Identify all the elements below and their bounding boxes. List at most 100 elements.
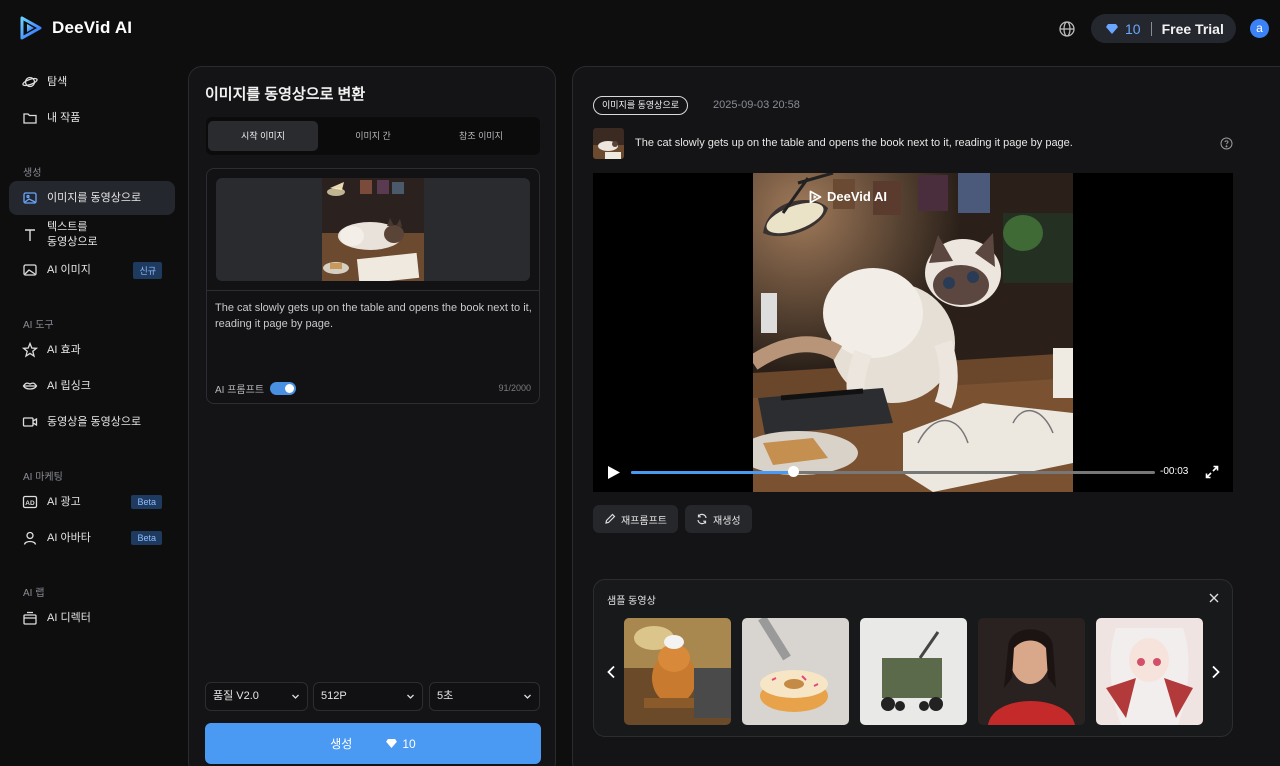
sidebar-item-video-to-video[interactable]: 동영상을 동영상으로 xyxy=(9,405,175,439)
resolution-select[interactable]: 512P xyxy=(313,682,423,711)
ai-prompt-toggle[interactable] xyxy=(270,382,297,395)
sidebar-item-label: AI 디렉터 xyxy=(47,611,91,624)
sidebar-item-ai-avatar[interactable]: AI 아바타 Beta xyxy=(9,521,175,555)
credits-pill[interactable]: 10 Free Trial xyxy=(1091,14,1236,43)
credit-count: 10 xyxy=(1125,20,1141,37)
chevron-left-icon[interactable] xyxy=(606,665,616,679)
ad-icon: AD xyxy=(22,495,38,509)
tab-reference-image[interactable]: 참조 이미지 xyxy=(426,121,536,151)
page-title: 이미지를 동영상으로 변환 xyxy=(205,86,366,103)
sample-videos-panel: 샘플 동영상 xyxy=(593,579,1233,737)
logo-icon xyxy=(20,16,42,40)
char-count: 91/2000 xyxy=(498,383,531,393)
beta-badge: Beta xyxy=(131,531,162,545)
generate-label: 생성 xyxy=(330,737,353,751)
time-remaining: -00:03 xyxy=(1160,466,1189,477)
duration-value: 5초 xyxy=(437,690,454,702)
globe-icon[interactable] xyxy=(1057,19,1077,39)
reprompt-label: 재프롬프트 xyxy=(621,515,667,527)
mode-tag: 이미지를 동영상으로 xyxy=(593,96,689,115)
video-icon xyxy=(22,417,38,427)
new-badge: 신규 xyxy=(133,261,162,279)
ai-prompt-toggle-row: AI 프롬프트 xyxy=(215,381,297,396)
watermark-text: DeeVid AI xyxy=(827,189,887,204)
sidebar: 탐색 내 작품 생성 이미지를 동영상으로 텍스트를 동영상으로 AI 이미지 … xyxy=(0,56,185,766)
sidebar-item-label: AI 광고 xyxy=(47,495,81,508)
sidebar-item-label: AI 이미지 xyxy=(47,263,91,276)
sidebar-item-image-to-video[interactable]: 이미지를 동영상으로 xyxy=(9,181,175,215)
fullscreen-icon[interactable] xyxy=(1205,465,1219,479)
result-panel: 이미지를 동영상으로 2025-09-03 20:58 The cat slow… xyxy=(572,66,1280,766)
close-icon[interactable] xyxy=(1208,592,1220,604)
sidebar-item-label: AI 립싱크 xyxy=(47,379,91,392)
sidebar-item-label: 동영상을 동영상으로 xyxy=(47,415,142,428)
sidebar-item-label: 탐색 xyxy=(47,75,68,88)
logo[interactable]: DeeVid AI xyxy=(20,16,132,40)
diamond-icon xyxy=(386,739,398,748)
section-heading-ai-lab: AI 랩 xyxy=(23,588,45,599)
sidebar-item-label: 이미지를 동영상으로 xyxy=(47,191,142,204)
chevron-down-icon xyxy=(524,694,531,699)
mode-tabs: 시작 이미지 이미지 간 참조 이미지 xyxy=(206,117,540,155)
sidebar-item-text-to-video[interactable]: 텍스트를 동영상으로 xyxy=(9,217,175,253)
chevron-right-icon[interactable] xyxy=(1211,665,1221,679)
sample-video-thumbnail[interactable] xyxy=(1096,618,1203,725)
folder-icon xyxy=(23,113,37,124)
video-player[interactable]: DeeVid AI -00:03 xyxy=(593,173,1233,492)
duration-select[interactable]: 5초 xyxy=(429,682,540,711)
image-preview-area[interactable] xyxy=(216,178,530,281)
quality-value: 품질 V2.0 xyxy=(213,690,259,702)
prompt-textarea[interactable]: The cat slowly gets up on the table and … xyxy=(215,300,533,332)
progress-bar[interactable] xyxy=(631,471,1155,474)
ai-image-icon xyxy=(23,264,37,276)
sidebar-item-ai-effects[interactable]: AI 효과 xyxy=(9,333,175,367)
generate-button[interactable]: 생성 10 xyxy=(205,723,541,764)
result-prompt: The cat slowly gets up on the table and … xyxy=(635,137,1073,149)
refresh-icon xyxy=(697,513,707,525)
sidebar-item-my-works[interactable]: 내 작품 xyxy=(9,101,175,135)
sample-video-thumbnail[interactable] xyxy=(624,618,731,725)
regenerate-label: 재생성 xyxy=(713,515,741,527)
upload-box: The cat slowly gets up on the table and … xyxy=(206,168,540,404)
chevron-down-icon xyxy=(407,694,414,699)
sample-video-thumbnail[interactable] xyxy=(978,618,1085,725)
regenerate-button[interactable]: 재생성 xyxy=(685,505,752,533)
progress-fill xyxy=(631,471,794,474)
video-frame xyxy=(753,173,1073,492)
sidebar-item-ai-image[interactable]: AI 이미지 신규 xyxy=(9,253,175,287)
sidebar-item-label: AI 아바타 xyxy=(47,531,91,544)
pill-divider xyxy=(1150,21,1152,36)
svg-text:AD: AD xyxy=(25,500,35,507)
section-heading-ai-marketing: AI 마케팅 xyxy=(23,472,63,483)
sample-video-thumbnail[interactable] xyxy=(742,618,849,725)
samples-title: 샘플 동영상 xyxy=(607,596,656,607)
sidebar-item-explore[interactable]: 탐색 xyxy=(9,65,175,99)
tab-image-to-image[interactable]: 이미지 간 xyxy=(318,121,428,151)
sidebar-item-ai-ads[interactable]: AD AI 광고 Beta xyxy=(9,485,175,519)
uploaded-image-thumbnail xyxy=(322,178,424,281)
sidebar-item-label: 텍스트를 동영상으로 xyxy=(47,221,98,248)
pencil-icon xyxy=(605,513,616,524)
sidebar-item-label: AI 효과 xyxy=(47,343,81,356)
sidebar-item-ai-director[interactable]: AI 디렉터 xyxy=(9,601,175,635)
avatar[interactable]: a xyxy=(1250,19,1269,38)
image-icon xyxy=(23,192,37,204)
logo-icon xyxy=(809,190,822,203)
sidebar-item-label: 내 작품 xyxy=(47,111,81,124)
top-bar: DeeVid AI 10 Free Trial a xyxy=(0,0,1280,56)
help-icon[interactable] xyxy=(1220,137,1233,150)
section-heading-ai-tools: AI 도구 xyxy=(23,320,54,331)
reprompt-button[interactable]: 재프롬프트 xyxy=(593,505,678,533)
avatar-icon xyxy=(23,531,37,545)
resolution-value: 512P xyxy=(321,690,347,702)
chevron-down-icon xyxy=(292,694,299,699)
beta-badge: Beta xyxy=(131,495,162,509)
tab-start-image[interactable]: 시작 이미지 xyxy=(208,121,318,151)
settings-row: 품질 V2.0 512P 5초 xyxy=(205,682,541,712)
director-icon xyxy=(23,611,37,625)
ai-prompt-label: AI 프롬프트 xyxy=(215,385,265,396)
quality-select[interactable]: 품질 V2.0 xyxy=(205,682,308,711)
play-icon[interactable] xyxy=(607,465,621,480)
sample-video-thumbnail[interactable] xyxy=(860,618,967,725)
sidebar-item-ai-lipsync[interactable]: AI 립싱크 xyxy=(9,369,175,403)
